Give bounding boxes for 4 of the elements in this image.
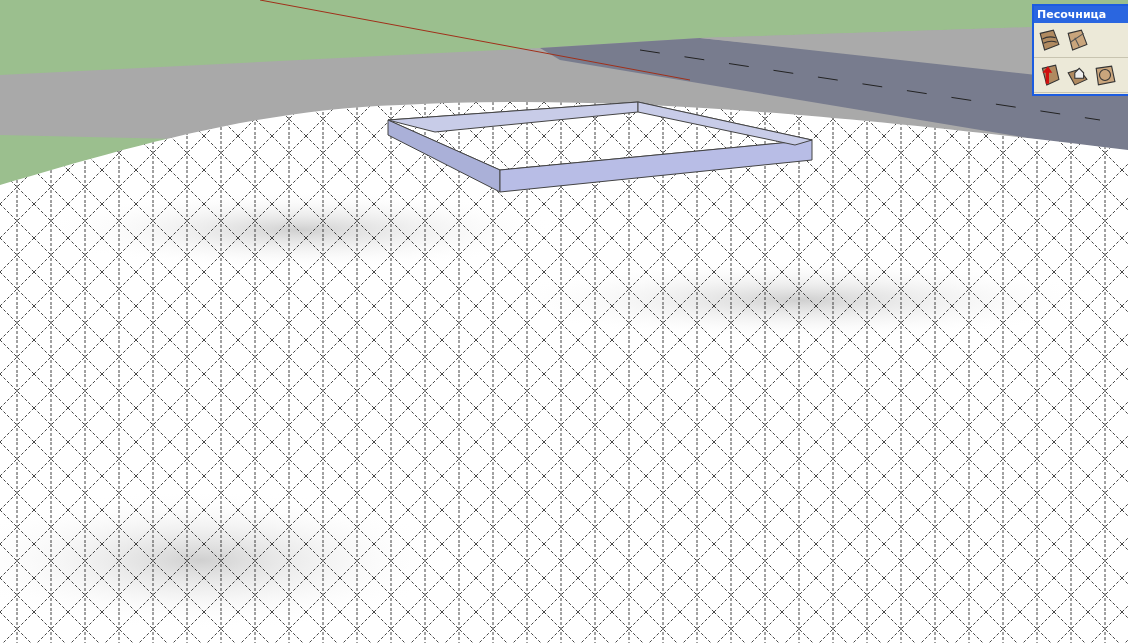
toolbar-title: Песочница [1034, 6, 1128, 23]
grid-tile-icon[interactable] [1066, 29, 1088, 51]
circle-tile-icon[interactable] [1094, 64, 1116, 86]
contour-tile-icon[interactable] [1038, 29, 1060, 51]
